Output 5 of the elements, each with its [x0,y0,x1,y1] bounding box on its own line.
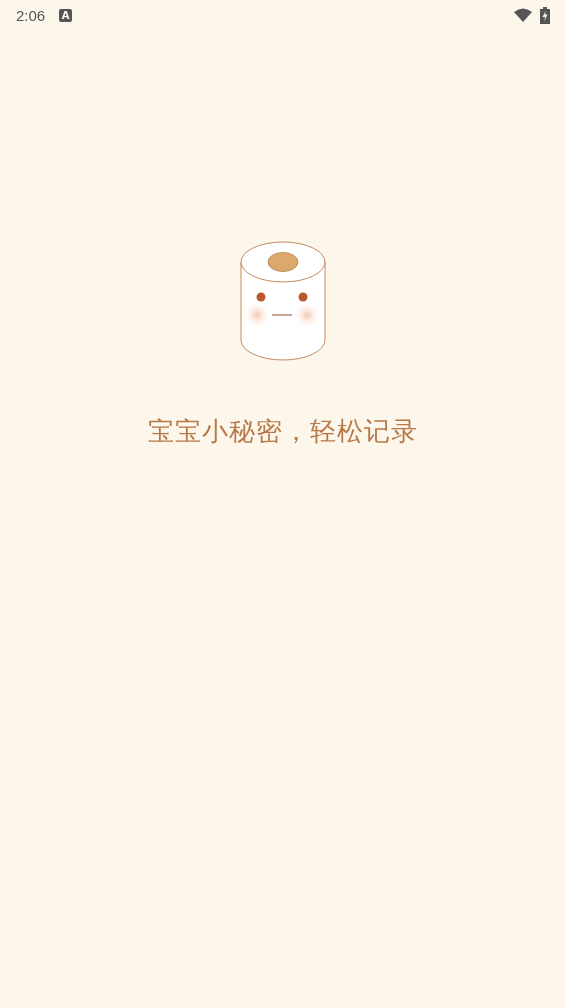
tagline: 宝宝小秘密，轻松记录 [148,415,418,448]
battery-charging-icon [540,6,550,24]
wifi-icon [514,8,532,22]
notification-icon: A [59,8,73,22]
status-time: 2:06 [16,6,46,24]
